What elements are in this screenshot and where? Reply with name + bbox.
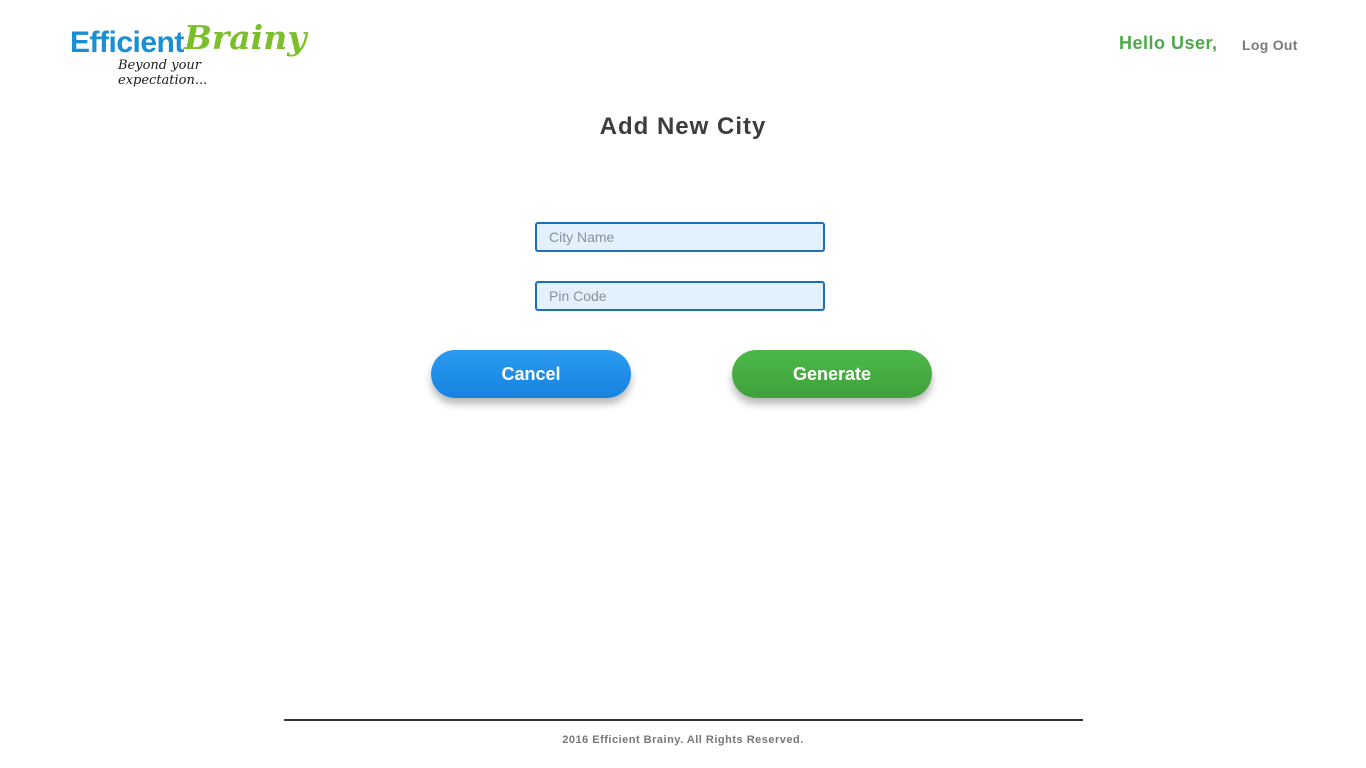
logo-word-efficient: Efficient bbox=[70, 26, 184, 59]
logo-word-brainy: Brainy bbox=[184, 18, 307, 57]
brand-logo[interactable]: Efficient Brainy Beyond your expectation… bbox=[70, 18, 306, 88]
logo-tagline: Beyond your expectation... bbox=[118, 58, 208, 88]
cancel-button[interactable]: Cancel bbox=[431, 350, 631, 398]
logout-link[interactable]: Log Out bbox=[1242, 37, 1298, 53]
footer-copyright: 2016 Efficient Brainy. All Rights Reserv… bbox=[562, 734, 804, 746]
footer-divider bbox=[284, 719, 1083, 721]
user-greeting: Hello User, bbox=[1119, 33, 1218, 53]
page-title: Add New City bbox=[599, 113, 767, 140]
city-name-input[interactable] bbox=[535, 222, 825, 252]
generate-button[interactable]: Generate bbox=[732, 350, 932, 398]
page: Efficient Brainy Beyond your expectation… bbox=[0, 0, 1366, 768]
pin-code-input[interactable] bbox=[535, 281, 825, 311]
